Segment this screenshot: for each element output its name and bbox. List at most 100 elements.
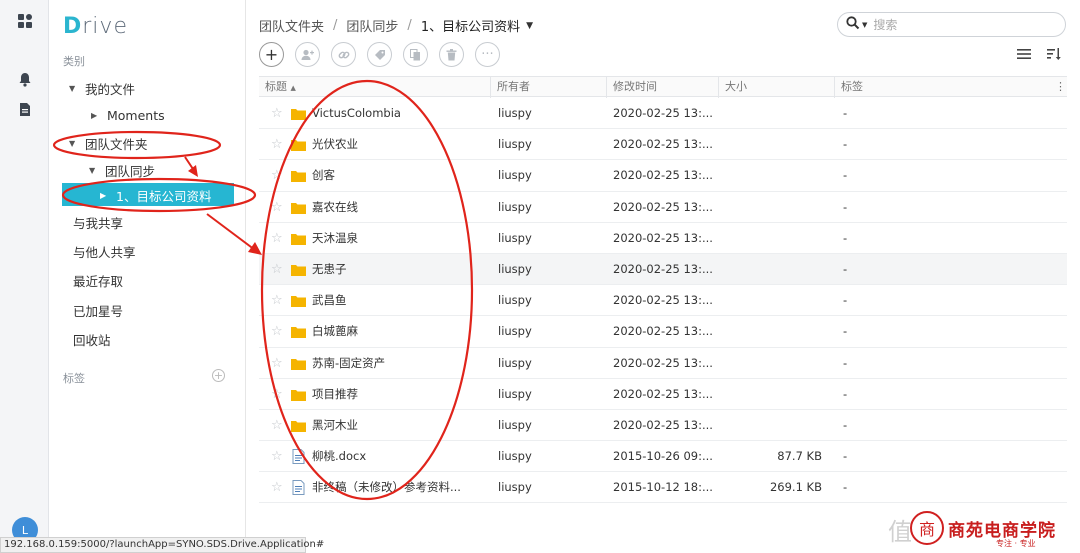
sidebar-item-recycle-bin[interactable]: 回收站 <box>73 327 111 351</box>
table-row[interactable]: ☆ 白城蓖麻 liuspy 2020-02-25 13:... - <box>259 316 1067 348</box>
file-name[interactable]: 项目推荐 <box>312 379 487 410</box>
sidebar-item-recent[interactable]: 最近存取 <box>73 268 123 292</box>
sidebar-item-shared-with-others[interactable]: 与他人共享 <box>73 239 136 263</box>
folder-icon <box>291 140 306 152</box>
search-options-caret-icon[interactable]: ▼ <box>862 21 867 29</box>
apps-grid-icon[interactable] <box>16 12 34 30</box>
file-owner: liuspy <box>498 199 532 214</box>
file-owner: liuspy <box>498 386 532 401</box>
file-size <box>719 223 822 254</box>
file-name[interactable]: 无患子 <box>312 254 487 285</box>
star-icon[interactable]: ☆ <box>271 285 283 316</box>
breadcrumb-team-sync[interactable]: 团队同步 <box>346 16 398 35</box>
sidebar-item-shared-with-me[interactable]: 与我共享 <box>73 210 123 234</box>
file-name[interactable]: 天沐温泉 <box>312 223 487 254</box>
file-tag: - <box>843 480 848 495</box>
star-icon[interactable]: ☆ <box>271 472 283 503</box>
folder-icon <box>291 327 306 339</box>
sidebar-item-target-company[interactable]: ▶ 1、目标公司资料 <box>100 183 211 207</box>
column-header-title[interactable]: 标题 ▲ <box>259 77 491 98</box>
table-row[interactable]: ☆ 项目推荐 liuspy 2020-02-25 13:... - <box>259 379 1067 410</box>
sidebar-item-starred[interactable]: 已加星号 <box>73 298 123 322</box>
sidebar-item-team-sync[interactable]: ▼ 团队同步 <box>89 158 155 182</box>
star-icon[interactable]: ☆ <box>271 254 283 285</box>
add-tag-icon[interactable]: + <box>212 369 225 382</box>
copy-button[interactable] <box>403 42 428 67</box>
file-name[interactable]: 苏南-固定资产 <box>312 348 487 379</box>
star-icon[interactable]: ☆ <box>271 98 283 129</box>
table-row[interactable]: ☆ 天沐温泉 liuspy 2020-02-25 13:... - <box>259 223 1067 254</box>
file-name[interactable]: 创客 <box>312 160 487 191</box>
file-size <box>719 379 822 410</box>
tag-button[interactable] <box>367 42 392 67</box>
search-input[interactable] <box>873 17 1044 32</box>
table-row[interactable]: ☆ 无患子 liuspy 2020-02-25 13:... - <box>259 253 1067 286</box>
table-row[interactable]: ☆ 嘉农在线 liuspy 2020-02-25 13:... - <box>259 192 1067 223</box>
watermark-subtext: 专注 · 专业 <box>996 539 1036 548</box>
more-actions-button[interactable]: ··· <box>475 42 500 67</box>
file-name[interactable]: 柳桃.docx <box>312 441 487 472</box>
table-row[interactable]: ☆ 黑河木业 liuspy 2020-02-25 13:... - <box>259 410 1067 442</box>
sidebar-item-moments[interactable]: ▶ Moments <box>91 103 165 127</box>
sidebar-item-team-folder[interactable]: ▼ 团队文件夹 <box>69 131 148 155</box>
star-icon[interactable]: ☆ <box>271 348 283 379</box>
star-icon[interactable]: ☆ <box>271 316 283 347</box>
sidebar-item-label: 团队同步 <box>105 163 156 179</box>
file-name[interactable]: 武昌鱼 <box>312 285 487 316</box>
expand-down-icon[interactable]: ▼ <box>69 84 79 93</box>
file-tag: - <box>843 417 848 432</box>
table-row[interactable]: ☆ 创客 liuspy 2020-02-25 13:... - <box>259 160 1067 192</box>
column-header-modified[interactable]: 修改时间 <box>607 77 719 98</box>
table-row[interactable]: ☆ 非终稿（未修改）参考资料... liuspy 2015-10-12 18:... 2… <box>259 472 1067 504</box>
breadcrumb-team-folder[interactable]: 团队文件夹 <box>259 16 324 35</box>
column-header-owner[interactable]: 所有者 <box>491 77 607 98</box>
star-icon[interactable]: ☆ <box>271 160 283 191</box>
file-name[interactable]: 白城蓖麻 <box>312 316 487 347</box>
search-icon <box>846 16 860 33</box>
file-modified: 2020-02-25 13:... <box>613 355 713 370</box>
breadcrumb-current[interactable]: 1、目标公司资料 <box>421 16 520 35</box>
star-icon[interactable]: ☆ <box>271 129 283 160</box>
document-icon[interactable] <box>16 100 34 118</box>
table-row[interactable]: ☆ 苏南-固定资产 liuspy 2020-02-25 13:... - <box>259 348 1067 379</box>
caret-down-icon[interactable]: ▼ <box>526 21 533 31</box>
list-view-icon[interactable] <box>1016 46 1032 62</box>
column-menu-icon[interactable]: ⋮ <box>1053 77 1067 98</box>
table-row[interactable]: ☆ 武昌鱼 liuspy 2020-02-25 13:... - <box>259 285 1067 317</box>
expand-right-icon[interactable]: ▶ <box>91 111 101 120</box>
search-box[interactable]: ▼ <box>837 12 1066 37</box>
file-name[interactable]: 非终稿（未修改）参考资料... <box>312 472 487 503</box>
file-name[interactable]: 光伏农业 <box>312 129 487 160</box>
delete-button[interactable] <box>439 42 464 67</box>
file-modified: 2020-02-25 13:... <box>613 417 713 432</box>
notification-bell-icon[interactable] <box>16 70 34 88</box>
file-tag: - <box>843 199 848 214</box>
star-icon[interactable]: ☆ <box>271 223 283 254</box>
file-size <box>719 129 822 160</box>
sort-asc-icon: ▲ <box>290 84 296 92</box>
expand-down-icon[interactable]: ▼ <box>89 166 99 175</box>
file-name[interactable]: 黑河木业 <box>312 410 487 441</box>
file-owner: liuspy <box>498 168 532 183</box>
file-name[interactable]: VictusColombia <box>312 98 487 129</box>
table-row[interactable]: ☆ 柳桃.docx liuspy 2015-10-26 09:... 87.7 KB - <box>259 441 1067 473</box>
file-name[interactable]: 嘉农在线 <box>312 192 487 223</box>
sidebar-item-my-files[interactable]: ▼ 我的文件 <box>69 76 135 100</box>
status-url-bar: 192.168.0.159:5000/?launchApp=SYNO.SDS.D… <box>0 537 324 553</box>
star-icon[interactable]: ☆ <box>271 410 283 441</box>
share-user-button[interactable] <box>295 42 320 67</box>
sort-icon[interactable] <box>1046 46 1062 62</box>
column-header-size[interactable]: 大小 <box>719 77 835 98</box>
expand-down-icon[interactable]: ▼ <box>69 139 79 148</box>
expand-right-icon[interactable]: ▶ <box>100 191 110 200</box>
link-button[interactable] <box>331 42 356 67</box>
star-icon[interactable]: ☆ <box>271 441 283 472</box>
table-row[interactable]: ☆ VictusColombia liuspy 2020-02-25 13:... - <box>259 98 1067 130</box>
table-row[interactable]: ☆ 光伏农业 liuspy 2020-02-25 13:... - <box>259 129 1067 161</box>
column-header-tag[interactable]: 标签 <box>835 77 1053 98</box>
star-icon[interactable]: ☆ <box>271 379 283 410</box>
new-button[interactable]: + <box>259 42 284 67</box>
star-icon[interactable]: ☆ <box>271 192 283 223</box>
sidebar-item-label: 1、目标公司资料 <box>116 188 212 204</box>
folder-icon <box>291 358 306 370</box>
